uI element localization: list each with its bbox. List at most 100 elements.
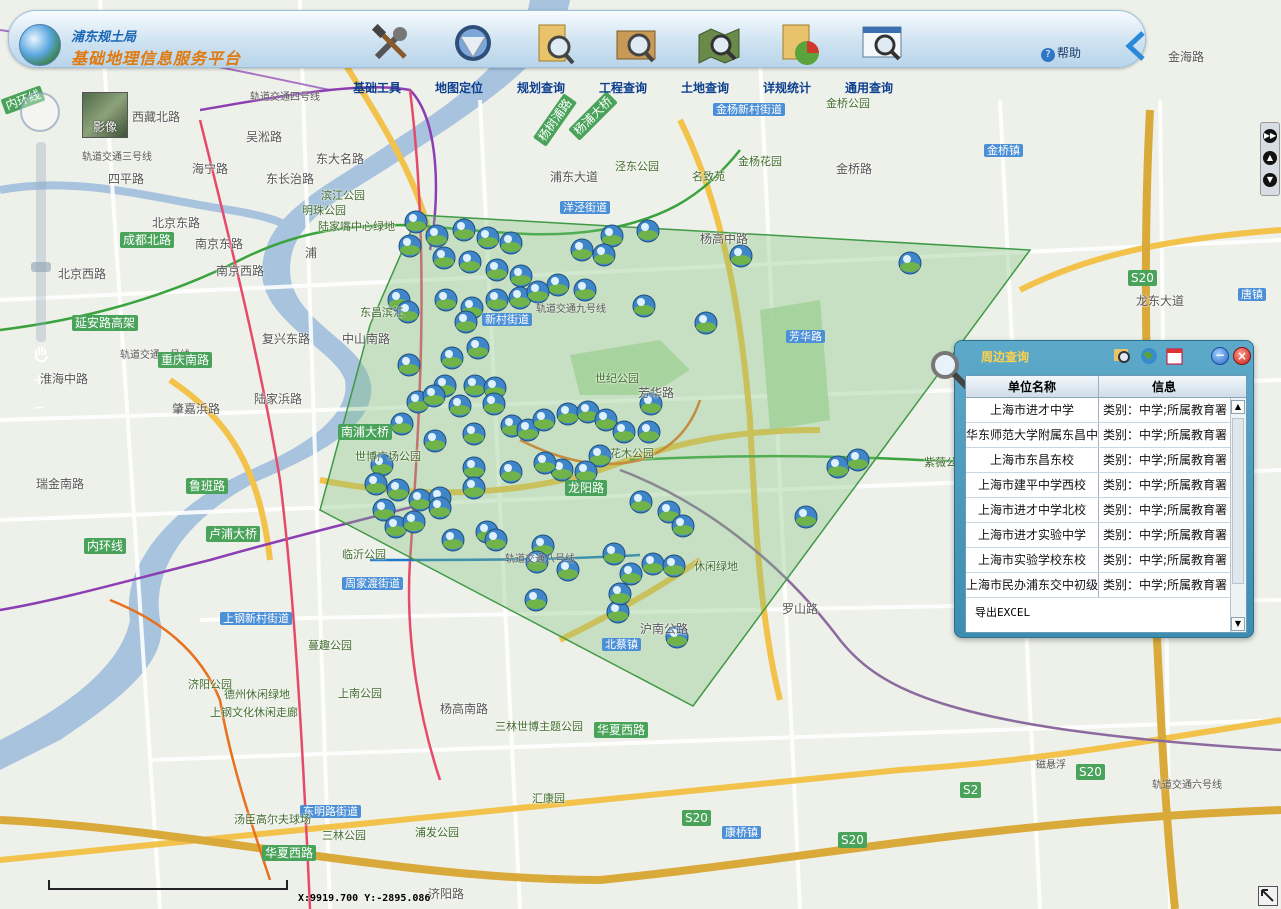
map-label: 东大名路: [316, 152, 365, 166]
zoom-slider-track[interactable]: [36, 142, 46, 342]
school-marker-icon[interactable]: [454, 310, 478, 334]
school-marker-icon[interactable]: [452, 218, 476, 242]
school-marker-icon[interactable]: [448, 394, 472, 418]
close-panel-button[interactable]: ×: [1233, 347, 1251, 365]
school-marker-icon[interactable]: [428, 496, 452, 520]
school-marker-icon[interactable]: [476, 226, 500, 250]
school-marker-icon[interactable]: [425, 224, 449, 248]
school-marker-icon[interactable]: [524, 588, 548, 612]
school-marker-icon[interactable]: [636, 219, 660, 243]
school-marker-icon[interactable]: [632, 294, 656, 318]
school-marker-icon[interactable]: [671, 514, 695, 538]
tool-plan-query-button[interactable]: 规划查询: [517, 23, 593, 95]
zoom-slider-thumb[interactable]: [31, 262, 51, 272]
school-marker-icon[interactable]: [602, 542, 626, 566]
school-marker-icon[interactable]: [846, 448, 870, 472]
zoom-out-icon[interactable]: −: [31, 400, 47, 416]
arrow-down-icon[interactable]: ▼: [1263, 173, 1277, 187]
school-marker-icon[interactable]: [434, 288, 458, 312]
school-marker-icon[interactable]: [462, 476, 486, 500]
school-marker-icon[interactable]: [432, 246, 456, 270]
school-marker-icon[interactable]: [556, 402, 580, 426]
school-marker-icon[interactable]: [629, 490, 653, 514]
map-label: 花木公园: [610, 447, 654, 460]
tool-detail-stats-button[interactable]: 详规统计: [763, 23, 839, 95]
school-marker-icon[interactable]: [423, 429, 447, 453]
school-marker-icon[interactable]: [364, 472, 388, 496]
school-marker-icon[interactable]: [402, 510, 426, 534]
school-marker-icon[interactable]: [463, 374, 487, 398]
arrow-up-icon[interactable]: ▲: [1263, 151, 1277, 165]
school-marker-icon[interactable]: [592, 243, 616, 267]
school-marker-icon[interactable]: [386, 478, 410, 502]
school-marker-icon[interactable]: [509, 264, 533, 288]
table-scrollbar[interactable]: ▲ ▼: [1230, 398, 1246, 632]
school-marker-icon[interactable]: [898, 251, 922, 275]
school-marker-icon[interactable]: [826, 455, 850, 479]
school-marker-icon[interactable]: [462, 456, 486, 480]
school-marker-icon[interactable]: [573, 278, 597, 302]
tool-project-query-button[interactable]: 工程查询: [599, 23, 675, 95]
school-marker-icon[interactable]: [485, 288, 509, 312]
school-marker-icon[interactable]: [662, 554, 686, 578]
school-marker-icon[interactable]: [641, 552, 665, 576]
table-row[interactable]: 上海市民办浦东交中初级中学类别：中学;所属教育署: [966, 573, 1230, 598]
table-row[interactable]: 上海市实验学校东校 类别：中学;所属教育署: [966, 548, 1230, 573]
tool-land-query-button[interactable]: 土地查询: [681, 23, 757, 95]
school-marker-icon[interactable]: [458, 250, 482, 274]
school-marker-icon[interactable]: [397, 353, 421, 377]
table-row[interactable]: 华东师范大学附属东昌中学 类别：中学;所属教育署: [966, 423, 1230, 448]
globe-icon[interactable]: [1139, 347, 1159, 365]
table-body: 上海市进才中学 类别：中学;所属教育署 华东师范大学附属东昌中学 类别：中学;所属教…: [966, 398, 1230, 598]
tool-map-locate-button[interactable]: 地图定位: [435, 23, 511, 95]
school-marker-icon[interactable]: [499, 231, 523, 255]
table-row[interactable]: 上海市进才中学 类别：中学;所属教育署: [966, 398, 1230, 423]
calendar-icon[interactable]: [1165, 347, 1185, 365]
scroll-thumb[interactable]: [1232, 418, 1244, 584]
fullscreen-icon[interactable]: [1258, 886, 1278, 906]
collapse-toolbar-icon[interactable]: [1123, 29, 1149, 63]
query-icon[interactable]: [1113, 347, 1133, 365]
school-marker-icon[interactable]: [729, 244, 753, 268]
table-row[interactable]: 上海市进才中学北校 类别：中学;所属教育署: [966, 498, 1230, 523]
school-marker-icon[interactable]: [440, 346, 464, 370]
school-marker-icon[interactable]: [408, 488, 432, 512]
scroll-up-icon[interactable]: ▲: [1231, 400, 1245, 414]
export-excel-button[interactable]: 导出EXCEL: [975, 604, 1030, 620]
minimize-panel-button[interactable]: −: [1211, 347, 1229, 365]
school-marker-icon[interactable]: [794, 505, 818, 529]
school-marker-icon[interactable]: [484, 528, 508, 552]
school-marker-icon[interactable]: [694, 311, 718, 335]
school-marker-icon[interactable]: [404, 210, 428, 234]
school-marker-icon[interactable]: [619, 562, 643, 586]
scroll-down-icon[interactable]: ▼: [1231, 617, 1245, 631]
table-row[interactable]: 上海市进才实验中学 类别：中学;所属教育署: [966, 523, 1230, 548]
school-marker-icon[interactable]: [612, 420, 636, 444]
school-marker-icon[interactable]: [466, 336, 490, 360]
school-marker-icon[interactable]: [532, 408, 556, 432]
pan-control[interactable]: [20, 92, 60, 132]
school-marker-icon[interactable]: [462, 422, 486, 446]
org-name: 浦东规土局: [71, 30, 137, 45]
school-marker-icon[interactable]: [482, 392, 506, 416]
tool-basic-tools-button[interactable]: 基础工具: [353, 23, 429, 95]
school-marker-icon[interactable]: [608, 582, 632, 606]
school-marker-icon[interactable]: [546, 273, 570, 297]
tool-general-query-button[interactable]: 通用查询: [845, 23, 921, 95]
school-marker-icon[interactable]: [533, 451, 557, 475]
table-row[interactable]: 上海市建平中学西校 类别：中学;所属教育署: [966, 473, 1230, 498]
imagery-toggle-button[interactable]: 影像: [82, 92, 128, 138]
school-marker-icon[interactable]: [390, 412, 414, 436]
school-marker-icon[interactable]: [398, 234, 422, 258]
school-marker-icon[interactable]: [485, 258, 509, 282]
zoom-in-icon[interactable]: +: [31, 372, 47, 388]
fast-forward-icon[interactable]: ▶▶: [1263, 129, 1277, 143]
school-marker-icon[interactable]: [422, 384, 446, 408]
school-marker-icon[interactable]: [499, 460, 523, 484]
pan-hand-icon[interactable]: [32, 344, 50, 364]
table-row[interactable]: 上海市东昌东校 类别：中学;所属教育署: [966, 448, 1230, 473]
school-marker-icon[interactable]: [441, 528, 465, 552]
school-marker-icon[interactable]: [637, 420, 661, 444]
help-button[interactable]: ? 帮助: [1041, 44, 1081, 62]
school-marker-icon[interactable]: [570, 238, 594, 262]
